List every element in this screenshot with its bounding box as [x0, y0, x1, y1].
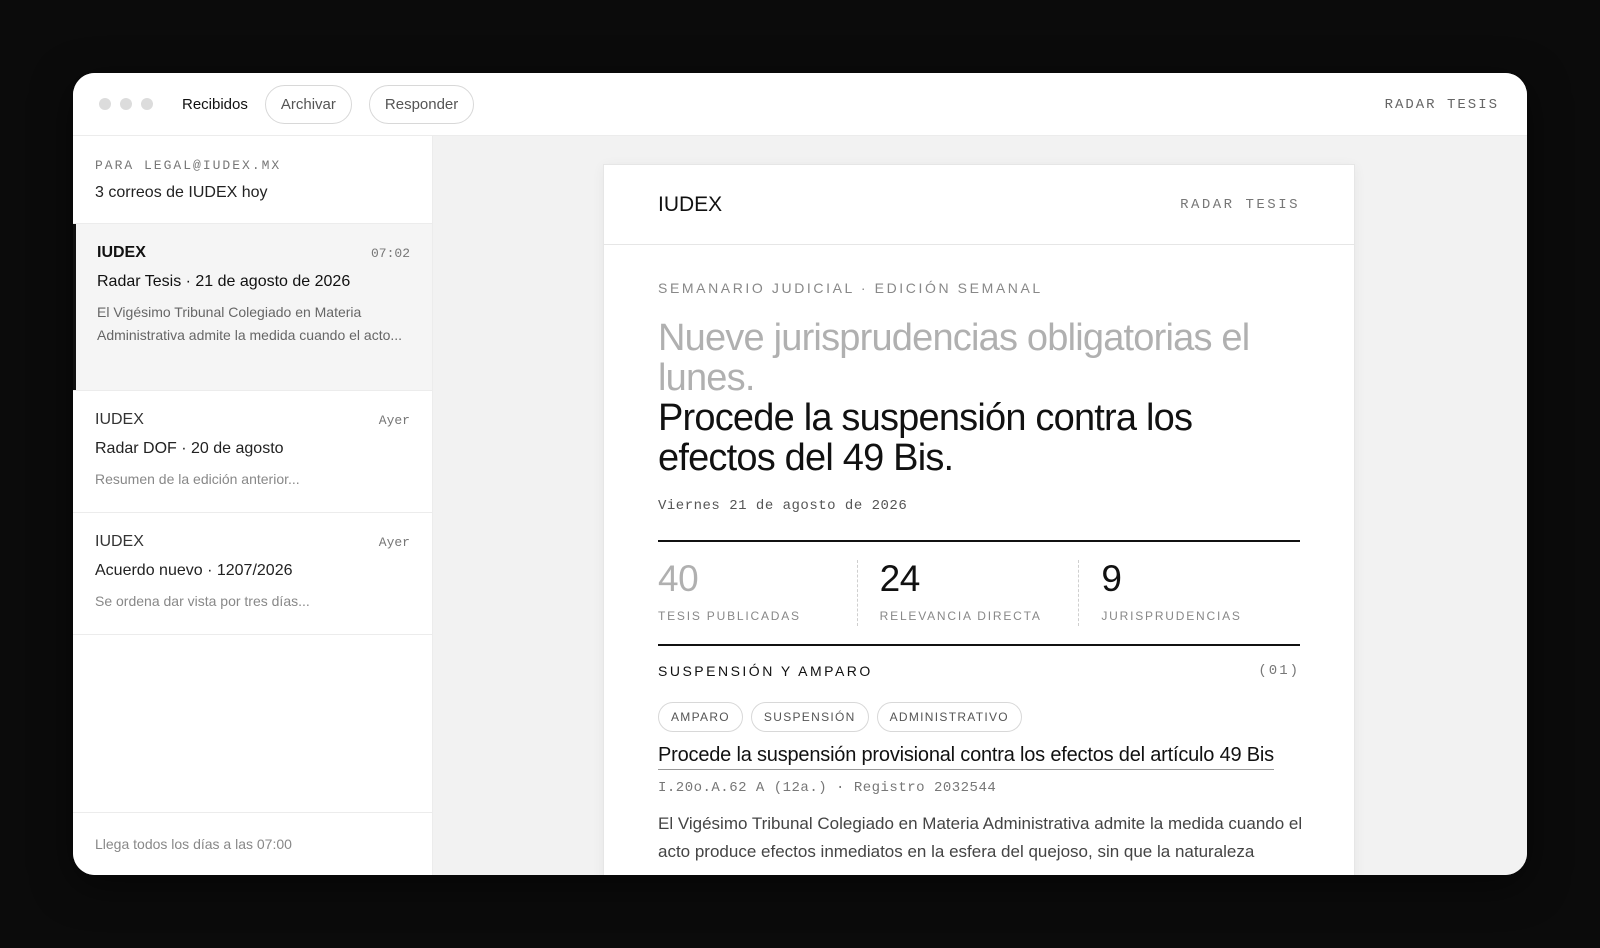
- email-kicker: SEMANARIO JUDICIAL · EDICIÓN SEMANAL: [658, 280, 1043, 296]
- thesis-link[interactable]: Procede la suspensión provisional contra…: [658, 744, 1274, 770]
- reply-button[interactable]: Responder: [368, 84, 475, 124]
- email-date: Viernes 21 de agosto de 2026: [658, 498, 908, 514]
- app-name: RADAR TESIS: [1384, 96, 1499, 113]
- thesis-summary: El Vigésimo Tribunal Colegiado en Materi…: [658, 814, 1303, 861]
- mailbox-header: PARA LEGAL@IUDEX.MX 3 correos de IUDEX h…: [73, 136, 432, 224]
- stat-value: 24: [879, 558, 921, 599]
- thesis-registry: I.20o.A.62 A (12a.) · Registro 2032544: [658, 780, 997, 796]
- stats-row: 40 TESIS PUBLICADAS 24 RELEVANCIA DIRECT…: [658, 540, 1300, 646]
- stat-relevance: 24 RELEVANCIA DIRECTA: [856, 558, 1079, 626]
- maximize-dot-icon[interactable]: [141, 98, 153, 110]
- message-sender: IUDEX: [97, 244, 146, 261]
- message-preview: Se ordena dar vista por tres días...: [95, 593, 310, 609]
- stat-label: RELEVANCIA DIRECTA: [879, 609, 1042, 623]
- email-brand: IUDEX: [658, 192, 723, 216]
- list-item[interactable]: IUDEX Ayer Acuerdo nuevo · 1207/2026 Se …: [73, 513, 432, 635]
- stat-value: 40: [658, 558, 699, 599]
- tag-amparo: AMPARO: [658, 702, 743, 732]
- archive-button[interactable]: Archivar: [264, 84, 352, 124]
- section-title: SUSPENSIÓN Y AMPARO: [658, 663, 873, 679]
- email-tag: RADAR TESIS: [1180, 196, 1300, 213]
- message-time: 07:02: [370, 246, 410, 261]
- message-sender: IUDEX: [95, 411, 144, 428]
- email-content: IUDEX RADAR TESIS SEMANARIO JUDICIAL · E…: [603, 164, 1355, 875]
- email-header: IUDEX RADAR TESIS: [604, 165, 1354, 245]
- message-subject: Acuerdo nuevo · 1207/2026: [95, 562, 293, 579]
- message-subject: Radar DOF · 20 de agosto: [95, 440, 284, 457]
- tag-list: AMPARO SUSPENSIÓN ADMINISTRATIVO: [658, 702, 1300, 732]
- message-list: PARA LEGAL@IUDEX.MX 3 correos de IUDEX h…: [73, 136, 433, 875]
- section-header: SUSPENSIÓN Y AMPARO (01): [658, 663, 1300, 679]
- stat-value: 9: [1101, 558, 1122, 599]
- window-controls: [99, 98, 153, 110]
- message-time: Ayer: [378, 413, 410, 428]
- message-subject: Radar Tesis · 21 de agosto de 2026: [97, 273, 351, 290]
- list-item[interactable]: IUDEX 07:02 Radar Tesis · 21 de agosto d…: [73, 224, 432, 391]
- title-bar: Recibidos Archivar Responder RADAR TESIS: [73, 73, 1527, 136]
- recipient-address: PARA LEGAL@IUDEX.MX: [95, 158, 282, 173]
- tag-suspension: SUSPENSIÓN: [750, 702, 869, 732]
- list-item[interactable]: IUDEX Ayer Radar DOF · 20 de agosto Resu…: [73, 391, 432, 513]
- inbox-link[interactable]: Recibidos: [182, 96, 248, 113]
- stat-jurisprudence: 9 JURISPRUDENCIAS: [1078, 560, 1300, 626]
- stat-label: JURISPRUDENCIAS: [1101, 609, 1242, 623]
- stat-label: TESIS PUBLICADAS: [658, 609, 801, 623]
- message-preview: El Vigésimo Tribunal Colegiado en Materi…: [97, 304, 403, 343]
- minimize-dot-icon[interactable]: [120, 98, 132, 110]
- close-dot-icon[interactable]: [99, 98, 111, 110]
- email-headline: Nueve jurisprudencias obligatorias el lu…: [658, 318, 1300, 478]
- tag-administrativo: ADMINISTRATIVO: [876, 702, 1022, 732]
- delivery-note: Llega todos los días a las 07:00: [73, 812, 432, 875]
- headline-muted: Nueve jurisprudencias obligatorias el lu…: [658, 317, 1250, 399]
- section-number: (01): [1258, 663, 1300, 679]
- message-sender: IUDEX: [95, 533, 144, 550]
- email-window: Recibidos Archivar Responder RADAR TESIS…: [73, 73, 1527, 875]
- message-count: 3 correos de IUDEX hoy: [95, 184, 268, 201]
- stat-published: 40 TESIS PUBLICADAS: [658, 560, 857, 626]
- headline-strong: Procede la suspensión contra los efectos…: [658, 397, 1193, 479]
- message-time: Ayer: [378, 535, 410, 550]
- reading-pane[interactable]: IUDEX RADAR TESIS SEMANARIO JUDICIAL · E…: [433, 136, 1527, 875]
- message-preview: Resumen de la edición anterior...: [95, 471, 300, 487]
